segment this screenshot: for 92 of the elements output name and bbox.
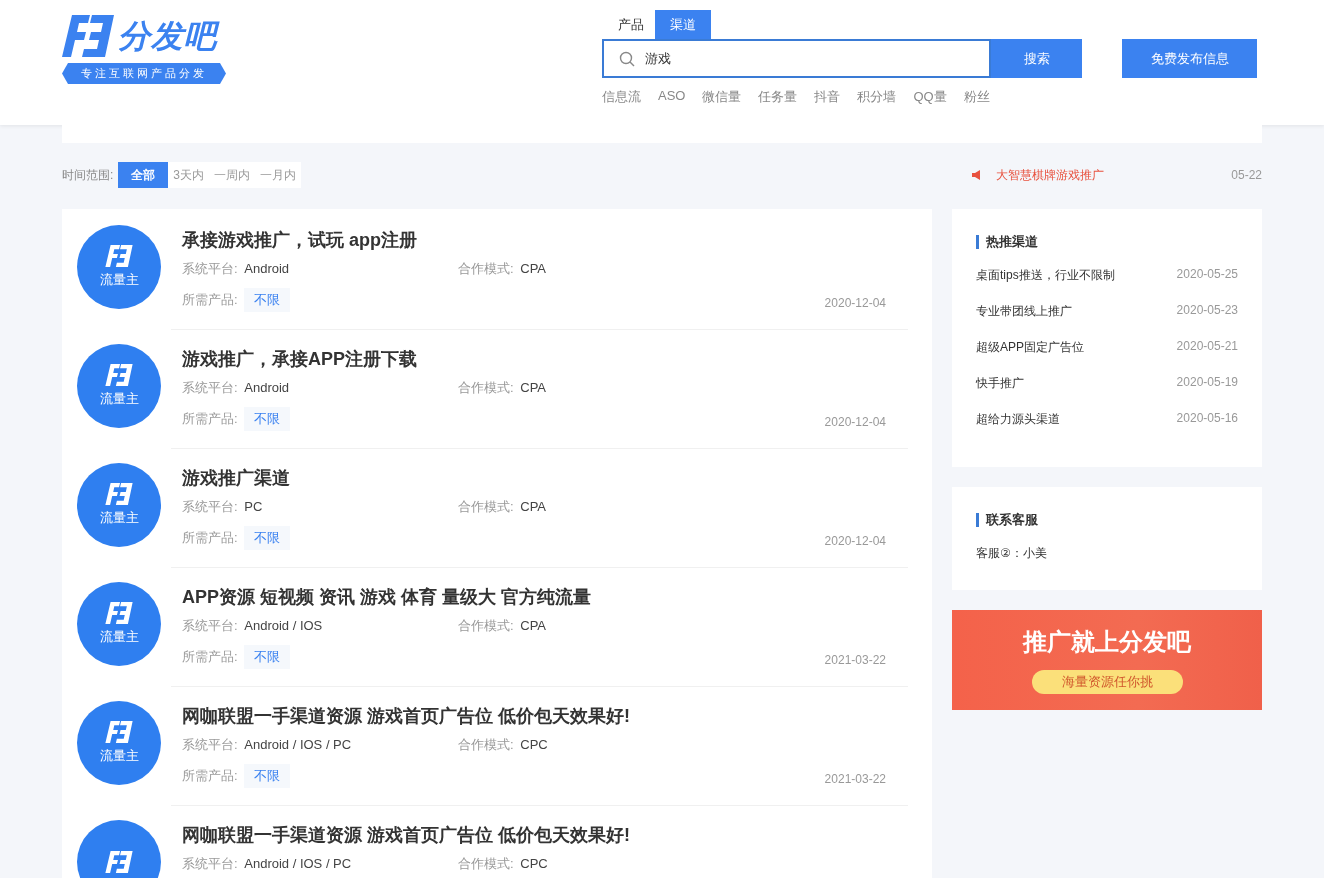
- card-title: 热推渠道: [976, 235, 1238, 249]
- product-label: 所需产品:: [182, 648, 238, 666]
- product-tag: 不限: [243, 764, 290, 788]
- channel-link[interactable]: 快手推广: [976, 375, 1024, 411]
- mode-value: CPA: [520, 380, 546, 395]
- hot-tag-link[interactable]: 微信量: [702, 88, 742, 106]
- search-button[interactable]: 搜索: [991, 39, 1082, 78]
- platform-label: 系统平台:: [182, 380, 238, 395]
- listing-title[interactable]: 游戏推广，承接APP注册下载: [182, 347, 908, 371]
- listing-date: 2021-03-22: [824, 772, 886, 786]
- platform-label: 系统平台:: [182, 261, 238, 276]
- logo-icon: [105, 602, 133, 624]
- mode-label: 合作模式:: [458, 261, 514, 276]
- badge-label: 流量主: [99, 747, 139, 765]
- listing-title[interactable]: 网咖联盟一手渠道资源 游戏首页广告位 低价包天效果好!: [182, 823, 908, 847]
- platform-value: Android: [244, 261, 290, 276]
- slogan-ribbon: 专注互联网产品分发: [62, 63, 226, 84]
- product-label: 所需产品:: [182, 529, 238, 547]
- badge-label: 流量主: [99, 628, 139, 646]
- contact-text: 客服②：小美: [976, 545, 1048, 562]
- logo-icon: [105, 364, 133, 386]
- product-label: 所需产品:: [182, 291, 238, 309]
- channel-date: 2020-05-23: [1176, 303, 1238, 319]
- notice-link[interactable]: 大智慧棋牌游戏推广: [996, 166, 1105, 184]
- badge-label: 流量主: [99, 271, 139, 289]
- mode-label: 合作模式:: [458, 737, 514, 752]
- channel-date: 2020-05-16: [1176, 411, 1238, 427]
- platform-label: 系统平台:: [182, 737, 238, 752]
- search-field[interactable]: 游戏: [602, 39, 991, 78]
- time-filter-tab[interactable]: 全部: [118, 162, 169, 188]
- listing-date: 2020-12-04: [824, 534, 886, 548]
- mode-value: CPC: [520, 737, 548, 752]
- mode-label: 合作模式:: [458, 499, 514, 514]
- notice-date: 05-22: [1231, 168, 1262, 182]
- promo-banner[interactable]: 推广就上分发吧 海量资源任你挑: [952, 610, 1262, 710]
- listing-title[interactable]: APP资源 短视频 资讯 游戏 体育 量级大 官方纯流量: [182, 585, 908, 609]
- hot-tag-link[interactable]: QQ量: [913, 88, 947, 106]
- mode-label: 合作模式:: [458, 618, 514, 633]
- platform-value: Android / IOS: [244, 618, 323, 633]
- product-tag: 不限: [243, 407, 290, 431]
- hot-tag-link[interactable]: 积分墙: [857, 88, 897, 106]
- channel-link[interactable]: 专业带团线上推广: [976, 303, 1072, 339]
- product-label: 所需产品:: [182, 767, 238, 785]
- search-icon: [619, 51, 635, 67]
- filter-label: 时间范围:: [62, 166, 114, 184]
- mode-value: CPC: [520, 856, 548, 871]
- platform-label: 系统平台:: [182, 856, 238, 871]
- listing-title[interactable]: 承接游戏推广，试玩 app注册: [182, 228, 908, 252]
- logo-icon: [105, 483, 133, 505]
- product-tag: 不限: [243, 288, 290, 312]
- channel-link[interactable]: 超给力源头渠道: [976, 411, 1060, 447]
- hot-tag-link[interactable]: 任务量: [758, 88, 798, 106]
- platform-value: Android / IOS / PC: [244, 856, 352, 871]
- card-title: 联系客服: [976, 513, 1238, 527]
- mode-value: CPA: [520, 261, 546, 276]
- channel-date: 2020-05-25: [1176, 267, 1238, 283]
- listing-title[interactable]: 游戏推广渠道: [182, 466, 908, 490]
- channel-link[interactable]: 超级APP固定广告位: [976, 339, 1084, 375]
- listing-date: 2020-12-04: [824, 415, 886, 429]
- hot-tag-link[interactable]: 抖音: [814, 88, 841, 106]
- platform-label: 系统平台:: [182, 499, 238, 514]
- logo-icon: [62, 15, 114, 57]
- badge-label: 流量主: [99, 390, 139, 408]
- product-label: 所需产品:: [182, 410, 238, 428]
- banner-tagline: 海量资源任你挑: [1031, 670, 1183, 694]
- mode-value: CPA: [520, 499, 546, 514]
- channel-link[interactable]: 桌面tips推送，行业不限制: [976, 267, 1115, 303]
- logo-icon: [105, 721, 133, 743]
- mode-value: CPA: [520, 618, 546, 633]
- channel-date: 2020-05-21: [1176, 339, 1238, 355]
- logo-icon: [105, 245, 133, 267]
- publish-button[interactable]: 免费发布信息: [1122, 39, 1257, 78]
- badge-label: 流量主: [99, 509, 139, 527]
- listing-date: 2020-12-04: [824, 296, 886, 310]
- product-tag: 不限: [243, 526, 290, 550]
- search-tab[interactable]: 渠道: [655, 10, 711, 39]
- product-tag: 不限: [243, 645, 290, 669]
- platform-value: Android / IOS / PC: [244, 737, 352, 752]
- mode-label: 合作模式:: [458, 856, 514, 871]
- platform-label: 系统平台:: [182, 618, 238, 633]
- listing-date: 2021-03-22: [824, 653, 886, 667]
- mode-label: 合作模式:: [458, 380, 514, 395]
- hot-tag-link[interactable]: ASO: [658, 88, 686, 106]
- listing-title[interactable]: 网咖联盟一手渠道资源 游戏首页广告位 低价包天效果好!: [182, 704, 908, 728]
- hot-tag-link[interactable]: 粉丝: [963, 88, 990, 106]
- platform-value: Android: [244, 380, 290, 395]
- hot-tag-link[interactable]: 信息流: [602, 88, 641, 106]
- banner-headline: 推广就上分发吧: [1023, 627, 1191, 657]
- channel-date: 2020-05-19: [1176, 375, 1238, 391]
- logo-icon: [105, 851, 133, 873]
- platform-value: PC: [244, 499, 263, 514]
- speaker-icon: [972, 170, 983, 180]
